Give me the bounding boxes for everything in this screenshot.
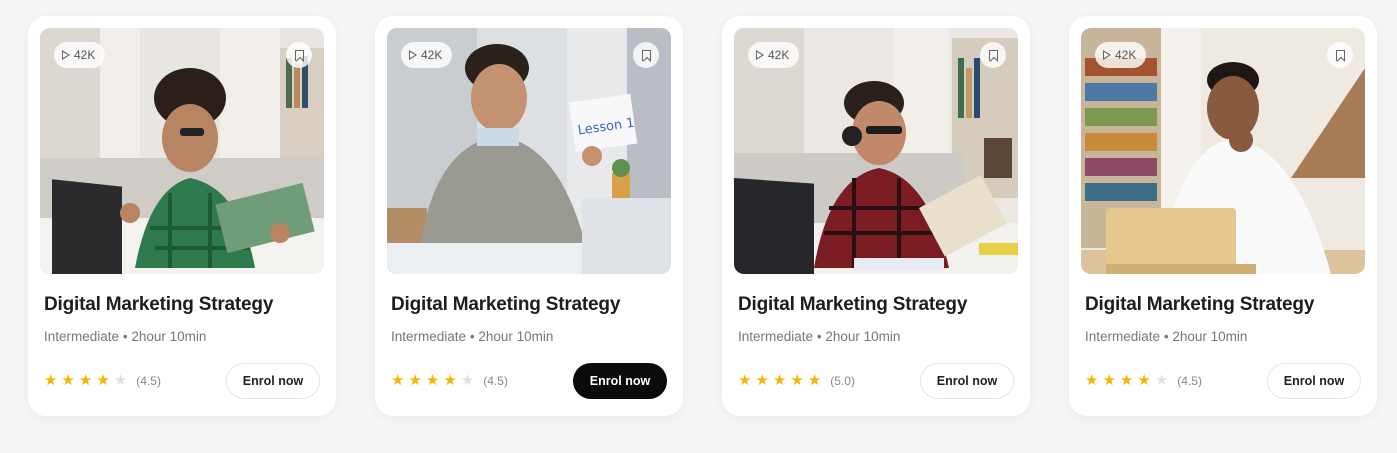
star-icon: ★ <box>1102 372 1116 389</box>
star-icon: ★ <box>44 372 58 389</box>
view-count: 42K <box>421 48 443 62</box>
star-icon: ★ <box>113 372 128 389</box>
course-card[interactable]: 42K Digital Marketing Strategy Intermedi… <box>28 16 336 416</box>
course-level: Intermediate <box>391 329 467 344</box>
meta-separator: • <box>816 329 822 344</box>
bookmark-icon <box>641 49 651 61</box>
bookmark-button[interactable] <box>633 42 659 68</box>
star-icon: ★ <box>460 372 475 389</box>
course-card[interactable]: Lesson 1 42K Digital Marketing Strategy … <box>375 16 683 416</box>
enrol-button[interactable]: Enrol now <box>573 363 667 399</box>
course-duration: 2hour 10min <box>825 329 901 344</box>
play-icon <box>62 50 70 60</box>
course-card-list: 42K Digital Marketing Strategy Intermedi… <box>0 0 1397 453</box>
course-duration: 2hour 10min <box>1172 329 1248 344</box>
course-level: Intermediate <box>44 329 120 344</box>
course-title[interactable]: Digital Marketing Strategy <box>44 294 324 316</box>
course-title[interactable]: Digital Marketing Strategy <box>1085 294 1365 316</box>
star-rating: ★ ★ ★ ★ ★ (4.5) <box>1085 373 1202 388</box>
play-icon <box>756 50 764 60</box>
star-rating: ★ ★ ★ ★ ★ (5.0) <box>738 373 855 388</box>
course-level: Intermediate <box>1085 329 1161 344</box>
star-icon: ★ <box>1154 372 1169 389</box>
course-meta: Intermediate • 2hour 10min <box>738 329 900 344</box>
star-icon: ★ <box>443 372 457 389</box>
course-title[interactable]: Digital Marketing Strategy <box>738 294 1018 316</box>
rating-value: (4.5) <box>1177 373 1202 388</box>
star-icon: ★ <box>807 372 822 389</box>
course-thumbnail[interactable]: Lesson 1 42K <box>387 28 671 274</box>
view-count: 42K <box>74 48 96 62</box>
enrol-button[interactable]: Enrol now <box>226 363 320 399</box>
course-meta: Intermediate • 2hour 10min <box>391 329 553 344</box>
view-count-badge: 42K <box>54 42 106 68</box>
course-card[interactable]: 42K Digital Marketing Strategy Intermedi… <box>1069 16 1377 416</box>
star-icon: ★ <box>1119 372 1134 389</box>
meta-separator: • <box>1163 329 1169 344</box>
meta-separator: • <box>122 329 128 344</box>
rating-value: (4.5) <box>483 373 508 388</box>
star-icon: ★ <box>391 372 405 389</box>
course-thumbnail[interactable]: 42K <box>1081 28 1365 274</box>
bookmark-icon <box>988 49 998 61</box>
course-level: Intermediate <box>738 329 814 344</box>
course-card[interactable]: 42K Digital Marketing Strategy Intermedi… <box>722 16 1030 416</box>
bookmark-button[interactable] <box>980 42 1006 68</box>
star-icon: ★ <box>1085 372 1099 389</box>
course-meta: Intermediate • 2hour 10min <box>44 329 206 344</box>
star-icon: ★ <box>755 372 769 389</box>
view-count-badge: 42K <box>401 42 453 68</box>
rating-value: (4.5) <box>136 373 161 388</box>
enrol-button[interactable]: Enrol now <box>1267 363 1361 399</box>
course-duration: 2hour 10min <box>131 329 207 344</box>
bookmark-button[interactable] <box>1327 42 1353 68</box>
bookmark-button[interactable] <box>286 42 312 68</box>
course-meta: Intermediate • 2hour 10min <box>1085 329 1247 344</box>
star-rating: ★ ★ ★ ★ ★ (4.5) <box>44 373 161 388</box>
course-title[interactable]: Digital Marketing Strategy <box>391 294 671 316</box>
star-icon: ★ <box>772 372 787 389</box>
star-icon: ★ <box>408 372 422 389</box>
star-icon: ★ <box>78 372 93 389</box>
star-icon: ★ <box>61 372 75 389</box>
course-thumbnail[interactable]: 42K <box>734 28 1018 274</box>
view-count-badge: 42K <box>748 42 800 68</box>
rating-value: (5.0) <box>830 373 855 388</box>
play-icon <box>1103 50 1111 60</box>
view-count-badge: 42K <box>1095 42 1147 68</box>
star-icon: ★ <box>96 372 110 389</box>
star-icon: ★ <box>1137 372 1151 389</box>
star-icon: ★ <box>738 372 752 389</box>
bookmark-icon <box>294 49 304 61</box>
course-duration: 2hour 10min <box>478 329 554 344</box>
star-icon: ★ <box>425 372 440 389</box>
enrol-button[interactable]: Enrol now <box>920 363 1014 399</box>
view-count: 42K <box>768 48 790 62</box>
bookmark-icon <box>1335 49 1345 61</box>
course-thumbnail[interactable]: 42K <box>40 28 324 274</box>
meta-separator: • <box>469 329 475 344</box>
view-count: 42K <box>1115 48 1137 62</box>
star-icon: ★ <box>790 372 804 389</box>
star-rating: ★ ★ ★ ★ ★ (4.5) <box>391 373 508 388</box>
play-icon <box>409 50 417 60</box>
